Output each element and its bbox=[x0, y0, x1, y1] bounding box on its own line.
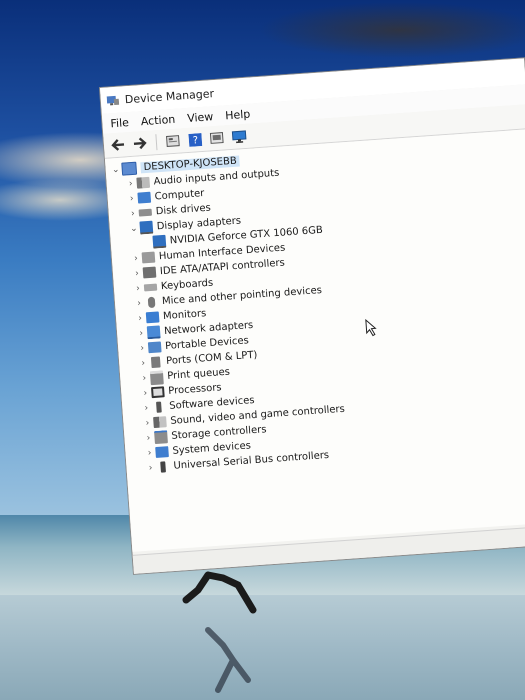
processor-icon bbox=[150, 386, 165, 399]
update-driver-icon[interactable] bbox=[208, 129, 225, 146]
window-title: Device Manager bbox=[124, 86, 215, 106]
printer-icon bbox=[149, 369, 164, 385]
chevron-right-icon[interactable]: › bbox=[125, 193, 138, 204]
ide-icon bbox=[142, 266, 157, 279]
monitor-icon bbox=[145, 311, 160, 324]
tree-item-label: Monitors bbox=[162, 308, 207, 323]
monitor-scan-icon[interactable] bbox=[230, 128, 247, 145]
disk-icon bbox=[138, 208, 153, 217]
port-icon bbox=[150, 356, 161, 369]
chevron-right-icon[interactable]: › bbox=[127, 208, 140, 219]
device-manager-app-icon bbox=[106, 94, 120, 107]
hid-icon bbox=[141, 251, 156, 264]
chevron-right-icon[interactable]: › bbox=[136, 343, 149, 354]
chevron-right-icon[interactable]: › bbox=[132, 283, 145, 294]
chevron-right-icon[interactable]: › bbox=[141, 418, 154, 429]
chevron-right-icon[interactable]: › bbox=[139, 388, 152, 399]
device-manager-window: Device Manager File Action View Help ? ⌄ bbox=[100, 58, 525, 574]
system-icon bbox=[155, 446, 169, 458]
menu-action[interactable]: Action bbox=[140, 112, 175, 127]
forward-arrow-icon[interactable] bbox=[131, 135, 148, 152]
portable-icon bbox=[147, 341, 162, 354]
menu-view[interactable]: View bbox=[187, 110, 214, 125]
speaker-icon bbox=[136, 176, 151, 189]
chevron-right-icon[interactable]: › bbox=[137, 358, 150, 369]
software-icon bbox=[156, 401, 162, 413]
keyboard-icon bbox=[143, 283, 158, 292]
chevron-right-icon[interactable]: › bbox=[140, 403, 153, 414]
properties-icon[interactable] bbox=[164, 133, 181, 150]
computer-icon bbox=[137, 191, 152, 204]
runner-figure bbox=[182, 571, 257, 693]
chevron-right-icon[interactable]: › bbox=[134, 313, 147, 324]
computer-icon bbox=[121, 161, 138, 176]
chevron-right-icon[interactable]: › bbox=[135, 328, 148, 339]
help-icon[interactable]: ? bbox=[186, 131, 203, 148]
storage-icon bbox=[154, 430, 168, 445]
chevron-right-icon[interactable]: › bbox=[130, 253, 143, 264]
svg-text:?: ? bbox=[192, 135, 198, 146]
usb-icon bbox=[160, 461, 166, 473]
mouse-cursor-icon bbox=[365, 318, 377, 337]
tree-item-label: Keyboards bbox=[160, 277, 214, 293]
chevron-right-icon[interactable]: › bbox=[124, 178, 137, 189]
mouse-icon bbox=[147, 296, 156, 309]
sound-icon bbox=[153, 416, 167, 429]
network-icon bbox=[146, 325, 161, 340]
menu-file[interactable]: File bbox=[110, 116, 129, 130]
toolbar-separator bbox=[155, 134, 158, 151]
device-tree: ⌄ DESKTOP-KJOSEBB › Audio inputs and out… bbox=[104, 129, 525, 552]
display-adapter-icon bbox=[152, 234, 167, 249]
chevron-right-icon[interactable]: › bbox=[142, 433, 155, 444]
chevron-right-icon[interactable]: › bbox=[143, 448, 156, 459]
back-arrow-icon[interactable] bbox=[109, 136, 126, 153]
chevron-right-icon[interactable]: › bbox=[138, 373, 151, 384]
menu-help[interactable]: Help bbox=[225, 107, 251, 122]
tree-item-label: Computer bbox=[154, 187, 205, 203]
display-adapter-icon bbox=[139, 220, 154, 235]
chevron-right-icon[interactable]: › bbox=[131, 268, 144, 279]
chevron-right-icon[interactable]: › bbox=[144, 462, 157, 473]
chevron-down-icon[interactable]: ⌄ bbox=[128, 223, 141, 234]
chevron-right-icon[interactable]: › bbox=[133, 298, 146, 309]
chevron-down-icon[interactable]: ⌄ bbox=[109, 164, 122, 175]
